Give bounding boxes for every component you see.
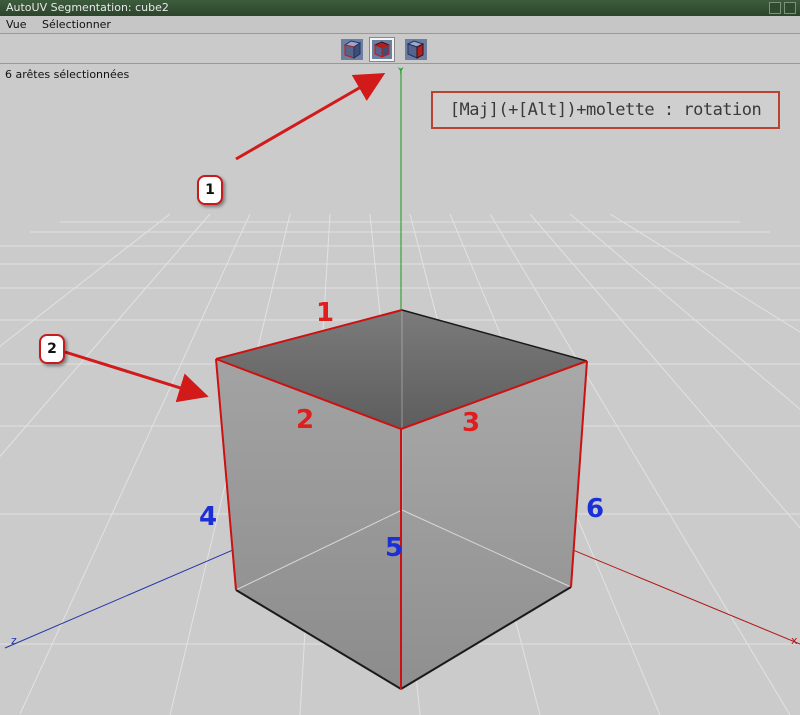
axis-label-x: x: [791, 634, 798, 647]
cube-view-icon: [372, 40, 392, 59]
scene-canvas[interactable]: Y x z: [0, 64, 800, 715]
autouv-window: AutoUV Segmentation: cube2 Vue Sélection…: [0, 0, 800, 715]
cube[interactable]: [215, 309, 588, 690]
menu-vue[interactable]: Vue: [6, 16, 27, 34]
edge-label-6: 6: [586, 494, 605, 524]
cube-view-icon: [341, 39, 363, 60]
selection-status: 6 arêtes sélectionnées: [5, 68, 130, 81]
edge-label-3: 3: [462, 408, 481, 438]
3d-viewport[interactable]: Y x z 6 arêtes sélectionnées [Maj](+[Alt…: [0, 64, 800, 715]
window-title: AutoUV Segmentation: cube2: [6, 1, 169, 14]
view-button-center[interactable]: [369, 37, 395, 62]
rotation-hint: [Maj](+[Alt])+molette : rotation: [431, 91, 780, 129]
title-bar: AutoUV Segmentation: cube2: [0, 0, 800, 16]
cube-view-icon: [405, 39, 427, 60]
view-button-left[interactable]: [340, 38, 364, 61]
axis-label-z: z: [11, 634, 17, 647]
edge-label-4: 4: [199, 502, 218, 532]
view-button-right[interactable]: [404, 38, 428, 61]
minimize-button[interactable]: [769, 2, 781, 14]
close-button[interactable]: [784, 2, 796, 14]
menu-bar: Vue Sélectionner: [0, 16, 800, 34]
view-toolbar: [0, 34, 800, 64]
edge-label-5: 5: [385, 533, 404, 563]
edge-label-1: 1: [316, 298, 335, 328]
callout-2: 2: [39, 334, 65, 364]
menu-selectionner[interactable]: Sélectionner: [42, 16, 111, 34]
axis-label-y: Y: [397, 67, 404, 77]
callout-1: 1: [197, 175, 223, 205]
edge-label-2: 2: [296, 405, 315, 435]
